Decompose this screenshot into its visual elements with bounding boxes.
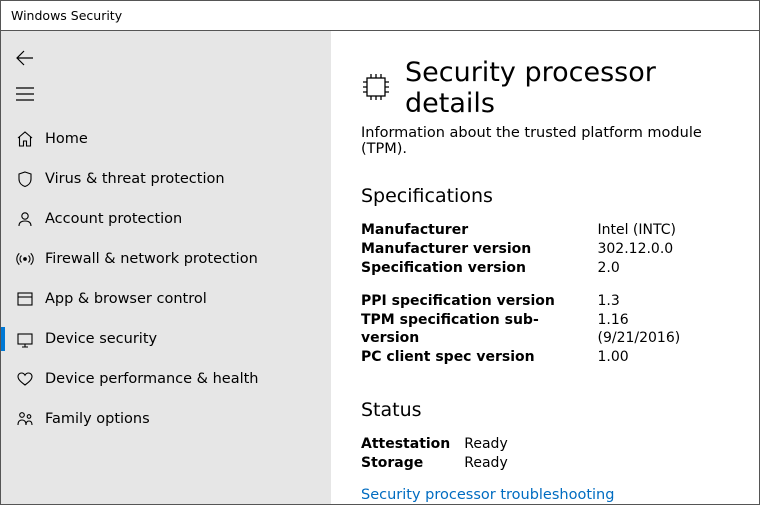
table-row: StorageReady <box>361 454 522 473</box>
heart-icon <box>5 370 45 388</box>
sidebar-item-app-browser[interactable]: App & browser control <box>1 279 331 319</box>
table-row: TPM specification sub-version1.16 (9/21/… <box>361 311 729 349</box>
sidebar-top <box>1 43 331 119</box>
sidebar-item-label: Family options <box>45 411 150 427</box>
table-row: PPI specification version1.3 <box>361 292 729 311</box>
content: Security processor details Information a… <box>331 31 759 504</box>
table-row: Manufacturer version302.12.0.0 <box>361 240 729 259</box>
hamburger-button[interactable] <box>5 79 45 109</box>
titlebar: Windows Security <box>1 1 759 31</box>
window-title: Windows Security <box>11 8 122 23</box>
table-row: Specification version2.0 <box>361 259 729 278</box>
sidebar-item-performance[interactable]: Device performance & health <box>1 359 331 399</box>
spec-table: ManufacturerIntel (INTC) Manufacturer ve… <box>361 221 729 367</box>
sidebar-item-device-security[interactable]: Device security <box>1 319 331 359</box>
sidebar-item-label: Virus & threat protection <box>45 171 225 187</box>
sidebar-item-label: Device performance & health <box>45 371 259 387</box>
sidebar-item-home[interactable]: Home <box>1 119 331 159</box>
hamburger-icon <box>16 87 34 101</box>
device-icon <box>5 330 45 348</box>
table-row: PC client spec version1.00 <box>361 348 729 367</box>
back-arrow-icon <box>15 48 35 68</box>
sidebar-item-label: Device security <box>45 331 157 347</box>
sidebar-item-firewall[interactable]: Firewall & network protection <box>1 239 331 279</box>
back-button[interactable] <box>5 43 45 73</box>
table-row: AttestationReady <box>361 435 522 454</box>
nav-list: Home Virus & threat protection Acco <box>1 119 331 439</box>
family-icon <box>5 410 45 428</box>
sidebar-item-label: Account protection <box>45 211 182 227</box>
sidebar-item-virus[interactable]: Virus & threat protection <box>1 159 331 199</box>
spec-heading: Specifications <box>361 185 729 207</box>
home-icon <box>5 130 45 148</box>
sidebar: Home Virus & threat protection Acco <box>1 31 331 504</box>
antenna-icon <box>5 250 45 268</box>
sidebar-item-label: Home <box>45 131 88 147</box>
table-row: ManufacturerIntel (INTC) <box>361 221 729 240</box>
shield-icon <box>5 170 45 188</box>
sidebar-item-family[interactable]: Family options <box>1 399 331 439</box>
chip-icon <box>361 72 391 102</box>
status-table: AttestationReady StorageReady <box>361 435 522 473</box>
troubleshoot-link[interactable]: Security processor troubleshooting <box>361 487 614 503</box>
person-icon <box>5 210 45 228</box>
status-heading: Status <box>361 399 729 421</box>
sidebar-item-label: Firewall & network protection <box>45 251 258 267</box>
page-subtitle: Information about the trusted platform m… <box>361 125 729 157</box>
sidebar-item-label: App & browser control <box>45 291 207 307</box>
page-header: Security processor details <box>361 49 729 125</box>
page-title: Security processor details <box>405 57 729 119</box>
window-icon <box>5 290 45 308</box>
main-container: Home Virus & threat protection Acco <box>1 31 759 504</box>
sidebar-item-account[interactable]: Account protection <box>1 199 331 239</box>
